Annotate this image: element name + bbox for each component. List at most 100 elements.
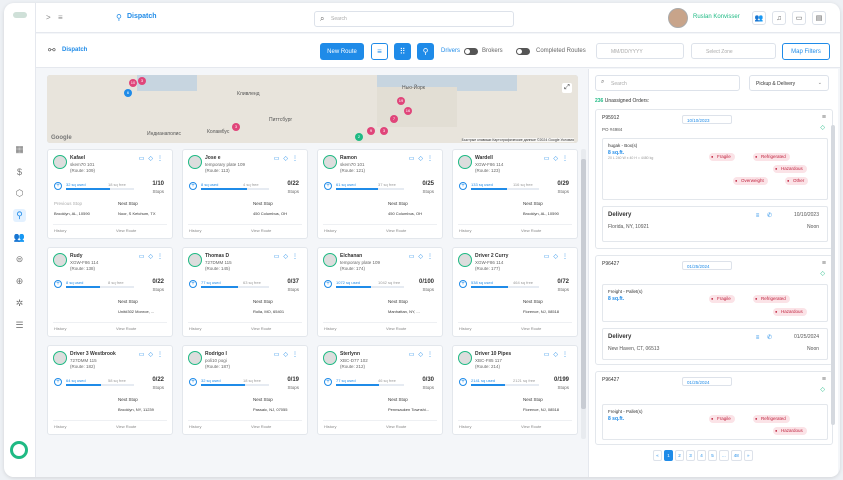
driver-card[interactable]: Thomas D 727DMM 115 (Route: 145) ▭◇⋮ +77 sq … [182, 247, 308, 337]
driver-card[interactable]: Rodrigo Ipoli10 pogi (Route: 187) ▭◇⋮ +32 s… [182, 345, 308, 435]
view-route-link[interactable]: View Route [386, 424, 406, 429]
add-stop-icon[interactable]: + [324, 280, 332, 288]
map-pin-icon[interactable]: ⚲ [417, 43, 434, 60]
page-button[interactable]: ... [719, 450, 729, 461]
user-name[interactable]: Ruslan Konvisser [693, 14, 740, 20]
card-actions-icon[interactable]: ▭◇⋮ [544, 351, 572, 358]
driver-card[interactable]: Elchanan temporary plate 109 (Route: 174) ▭… [317, 247, 443, 337]
phone-icon[interactable]: ≡ ✆ [756, 212, 775, 219]
add-stop-icon[interactable]: + [54, 280, 62, 288]
grid-view-icon[interactable]: ⠿ [394, 43, 411, 60]
add-stop-icon[interactable]: + [324, 378, 332, 386]
view-route-link[interactable]: View Route [251, 326, 271, 331]
map-marker[interactable]: 19 [397, 97, 405, 105]
view-route-link[interactable]: View Route [251, 424, 271, 429]
card-actions-icon[interactable]: ▭◇⋮ [544, 253, 572, 260]
orders-scrollbar[interactable] [831, 105, 835, 445]
map-marker[interactable]: 16 [404, 107, 412, 115]
team-icon[interactable]: 👥 [752, 11, 766, 25]
map-marker[interactable]: 3 [138, 77, 146, 85]
list-view-icon[interactable]: ≡ [371, 43, 388, 60]
add-stop-icon[interactable]: + [459, 280, 467, 288]
card-actions-icon[interactable]: ▭◇⋮ [544, 155, 572, 162]
add-stop-icon[interactable]: + [54, 182, 62, 190]
card-actions-icon[interactable]: ▭◇⋮ [409, 253, 437, 260]
add-stop-icon[interactable]: + [459, 378, 467, 386]
billing-icon[interactable]: $ [13, 165, 26, 178]
calendar-icon[interactable]: ▤ [812, 11, 826, 25]
phone-icon[interactable]: ≡ ✆ [756, 334, 775, 341]
order-card[interactable]: P96427 01/25/2024 ≡ ◇ Freight - Pallet(s… [595, 371, 833, 445]
history-link[interactable]: History [54, 424, 66, 429]
driver-card[interactable]: Wardell XGW-F86 114 (Route: 123) ▭◇⋮ +133 sq… [452, 149, 578, 239]
global-search-input[interactable]: ⌕ Search [314, 11, 514, 27]
history-link[interactable]: History [54, 228, 66, 233]
order-card[interactable]: P95912 PO #4984 10/10/2023 ≡ ◇ hugak - B… [595, 109, 833, 249]
dispatch-icon[interactable]: ⚲ [13, 209, 26, 222]
map-marker[interactable]: 9 [367, 127, 375, 135]
users-icon[interactable]: 👥 [13, 231, 26, 244]
add-stop-icon[interactable]: + [189, 182, 197, 190]
driver-card[interactable]: Sterlynn XBC-D77 102 (Route: 212) ▭◇⋮ +77 sq… [317, 345, 443, 435]
history-link[interactable]: History [459, 228, 471, 233]
payments-icon[interactable]: ⊜ [13, 253, 26, 266]
page-button[interactable]: 3 [686, 450, 695, 461]
view-route-link[interactable]: View Route [521, 326, 541, 331]
map-marker[interactable]: 6 [124, 89, 132, 97]
view-route-link[interactable]: View Route [386, 228, 406, 233]
driver-card[interactable]: Ramon skem70 101 (Route: 121) ▭◇⋮ +61 sq use… [317, 149, 443, 239]
zone-select[interactable]: Select Zone [691, 43, 776, 59]
card-actions-icon[interactable]: ▭◇⋮ [409, 351, 437, 358]
dashboard-icon[interactable]: ▦ [13, 143, 26, 156]
history-link[interactable]: History [54, 326, 66, 331]
globe-icon[interactable]: ⊕ [13, 275, 26, 288]
order-date[interactable]: 01/25/2024 [682, 377, 732, 386]
order-card[interactable]: P96427 01/25/2024 ≡ ◇ Freight - Pallet(s… [595, 255, 833, 365]
settings-icon[interactable]: ✲ [13, 297, 26, 310]
view-route-link[interactable]: View Route [116, 228, 136, 233]
card-actions-icon[interactable]: ▭◇⋮ [139, 253, 167, 260]
driver-card[interactable]: Jose e temporary plate 109 (Route: 113) ▭◇⋮… [182, 149, 308, 239]
page-button[interactable]: 48 [730, 450, 742, 461]
order-date[interactable]: 10/10/2023 [682, 115, 732, 124]
card-actions-icon[interactable]: ▭◇⋮ [409, 155, 437, 162]
history-link[interactable]: History [189, 326, 201, 331]
page-button[interactable]: 1 [664, 450, 673, 461]
cards-scrollbar[interactable] [581, 149, 586, 439]
map-filters-button[interactable]: Map Filters [782, 43, 830, 60]
card-actions-icon[interactable]: ▭◇⋮ [139, 351, 167, 358]
order-menu-icon[interactable]: ≡ [822, 260, 826, 267]
card-actions-icon[interactable]: ▭◇⋮ [274, 155, 302, 162]
page-button[interactable]: « [653, 450, 662, 461]
view-route-link[interactable]: View Route [116, 326, 136, 331]
page-button[interactable]: » [743, 450, 753, 461]
page-button[interactable]: 5 [708, 450, 717, 461]
new-route-button[interactable]: New Route [320, 43, 364, 60]
add-stop-icon[interactable]: + [54, 378, 62, 386]
expand-arrow-icon[interactable]: > [46, 13, 51, 22]
orders-search-input[interactable]: ⌕ Search [595, 75, 740, 91]
history-link[interactable]: History [189, 424, 201, 429]
order-type-select[interactable]: Pickup & Delivery ⌄ [749, 75, 829, 91]
add-stop-icon[interactable]: + [189, 378, 197, 386]
card-actions-icon[interactable]: ▭◇⋮ [274, 351, 302, 358]
view-route-link[interactable]: View Route [386, 326, 406, 331]
history-link[interactable]: History [459, 326, 471, 331]
card-actions-icon[interactable]: ▭◇⋮ [274, 253, 302, 260]
page-button[interactable]: 4 [697, 450, 706, 461]
menu-icon[interactable]: ≡ [58, 13, 63, 22]
view-route-link[interactable]: View Route [521, 424, 541, 429]
date-field[interactable]: MM/DD/YYYY [596, 43, 684, 59]
map-marker[interactable]: 10 [129, 79, 137, 87]
route-map[interactable]: Кливленд Питтсбург Коламбус Индианаполис… [47, 75, 578, 143]
view-route-link[interactable]: View Route [521, 228, 541, 233]
drivers-brokers-toggle[interactable] [464, 48, 478, 55]
driver-card[interactable]: Kafael skem70 101 (Route: 109) ▭◇⋮ +32 sq us… [47, 149, 173, 239]
add-stop-icon[interactable]: + [324, 182, 332, 190]
avatar[interactable] [668, 8, 688, 28]
map-marker[interactable]: 7 [390, 115, 398, 123]
driver-card[interactable]: Driver 10 Pipes XBC-F85 117 (Route: 214) ▭◇… [452, 345, 578, 435]
fullscreen-icon[interactable]: ⤢ [562, 83, 572, 93]
history-link[interactable]: History [324, 326, 336, 331]
sliders-icon[interactable]: ☰ [13, 319, 26, 332]
